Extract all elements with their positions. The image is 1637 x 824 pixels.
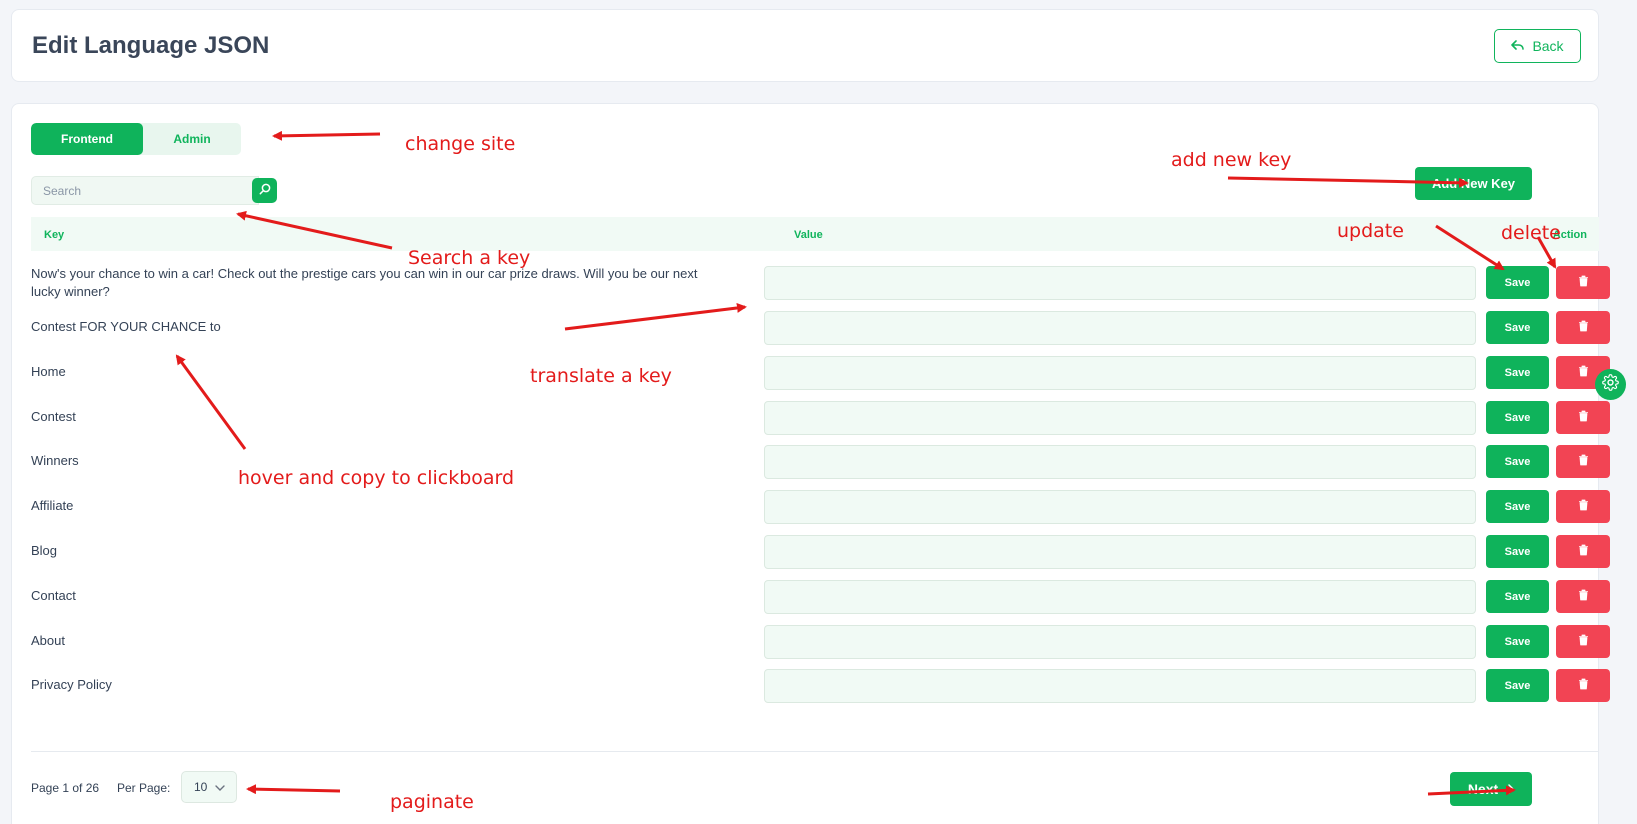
row-save-button[interactable]: Save — [1486, 580, 1549, 613]
trash-icon — [1578, 275, 1589, 290]
chevron-right-icon — [1508, 781, 1515, 797]
row-save-button[interactable]: Save — [1486, 356, 1549, 389]
row-value-input[interactable] — [764, 311, 1476, 345]
trash-icon — [1578, 410, 1589, 425]
trash-icon — [1578, 634, 1589, 649]
row-value-input[interactable] — [764, 625, 1476, 659]
row-delete-button[interactable] — [1556, 266, 1610, 299]
per-page-value: 10 — [194, 780, 208, 794]
row-value-input[interactable] — [764, 445, 1476, 479]
row-delete-button[interactable] — [1556, 625, 1610, 658]
trash-icon — [1578, 544, 1589, 559]
next-page-button[interactable]: Next — [1450, 772, 1532, 806]
gear-icon — [1602, 373, 1619, 396]
back-button[interactable]: Back — [1494, 29, 1581, 63]
search-bar — [31, 176, 277, 205]
row-save-button[interactable]: Save — [1486, 311, 1549, 344]
row-key-text[interactable]: About — [31, 632, 721, 650]
row-save-button[interactable]: Save — [1486, 266, 1549, 299]
page-title: Edit Language JSON — [32, 32, 270, 59]
row-key-text[interactable]: Contest — [31, 408, 721, 426]
trash-icon — [1578, 320, 1589, 335]
per-page-select[interactable]: 10 — [181, 771, 237, 803]
trash-icon — [1578, 499, 1589, 514]
row-delete-button[interactable] — [1556, 445, 1610, 478]
trash-icon — [1578, 678, 1589, 693]
row-key-text[interactable]: Privacy Policy — [31, 676, 721, 694]
row-delete-button[interactable] — [1556, 490, 1610, 523]
per-page-label: Per Page: — [117, 781, 171, 795]
row-save-button[interactable]: Save — [1486, 445, 1549, 478]
column-header-action: Action — [1552, 229, 1587, 241]
chevron-down-icon — [215, 780, 226, 794]
search-button[interactable] — [252, 178, 277, 203]
trash-icon — [1578, 589, 1589, 604]
trash-icon — [1578, 365, 1589, 380]
row-value-input[interactable] — [764, 669, 1476, 703]
row-key-text[interactable]: Home — [31, 363, 721, 381]
row-key-text[interactable]: Blog — [31, 542, 721, 560]
page-info: Page 1 of 26 — [31, 781, 100, 795]
search-icon — [259, 183, 271, 198]
column-header-value: Value — [794, 229, 823, 241]
row-value-input[interactable] — [764, 401, 1476, 435]
back-button-label: Back — [1532, 38, 1564, 54]
row-save-button[interactable]: Save — [1486, 669, 1549, 702]
column-header-key: Key — [44, 229, 65, 241]
row-delete-button[interactable] — [1556, 535, 1610, 568]
row-key-text[interactable]: Now's your chance to win a car! Check ou… — [31, 265, 721, 301]
row-delete-button[interactable] — [1556, 669, 1610, 702]
add-new-key-button[interactable]: Add New Key — [1415, 167, 1532, 200]
row-key-text[interactable]: Winners — [31, 452, 721, 470]
row-save-button[interactable]: Save — [1486, 625, 1549, 658]
site-tabs: Frontend Admin — [31, 123, 241, 155]
row-value-input[interactable] — [764, 580, 1476, 614]
row-save-button[interactable]: Save — [1486, 490, 1549, 523]
trash-icon — [1578, 454, 1589, 469]
settings-fab[interactable] — [1595, 369, 1626, 400]
row-value-input[interactable] — [764, 535, 1476, 569]
divider — [31, 751, 1599, 752]
tab-frontend[interactable]: Frontend — [31, 123, 143, 155]
main-card: Frontend Admin Add New Key Key Value Act… — [11, 103, 1610, 824]
row-delete-button[interactable] — [1556, 580, 1610, 613]
search-input[interactable] — [31, 176, 259, 205]
row-value-input[interactable] — [764, 490, 1476, 524]
row-save-button[interactable]: Save — [1486, 401, 1549, 434]
back-arrow-icon — [1511, 38, 1525, 54]
row-delete-button[interactable] — [1556, 311, 1610, 344]
next-button-label: Next — [1467, 781, 1499, 797]
row-value-input[interactable] — [764, 356, 1476, 390]
row-key-text[interactable]: Contact — [31, 587, 721, 605]
table-header: Key Value Action — [31, 217, 1599, 251]
row-save-button[interactable]: Save — [1486, 535, 1549, 568]
header-card: Edit Language JSON Back — [11, 9, 1599, 82]
row-key-text[interactable]: Contest FOR YOUR CHANCE to — [31, 318, 721, 336]
row-key-text[interactable]: Affiliate — [31, 497, 721, 515]
tab-admin[interactable]: Admin — [143, 123, 241, 155]
row-delete-button[interactable] — [1556, 401, 1610, 434]
row-value-input[interactable] — [764, 266, 1476, 300]
